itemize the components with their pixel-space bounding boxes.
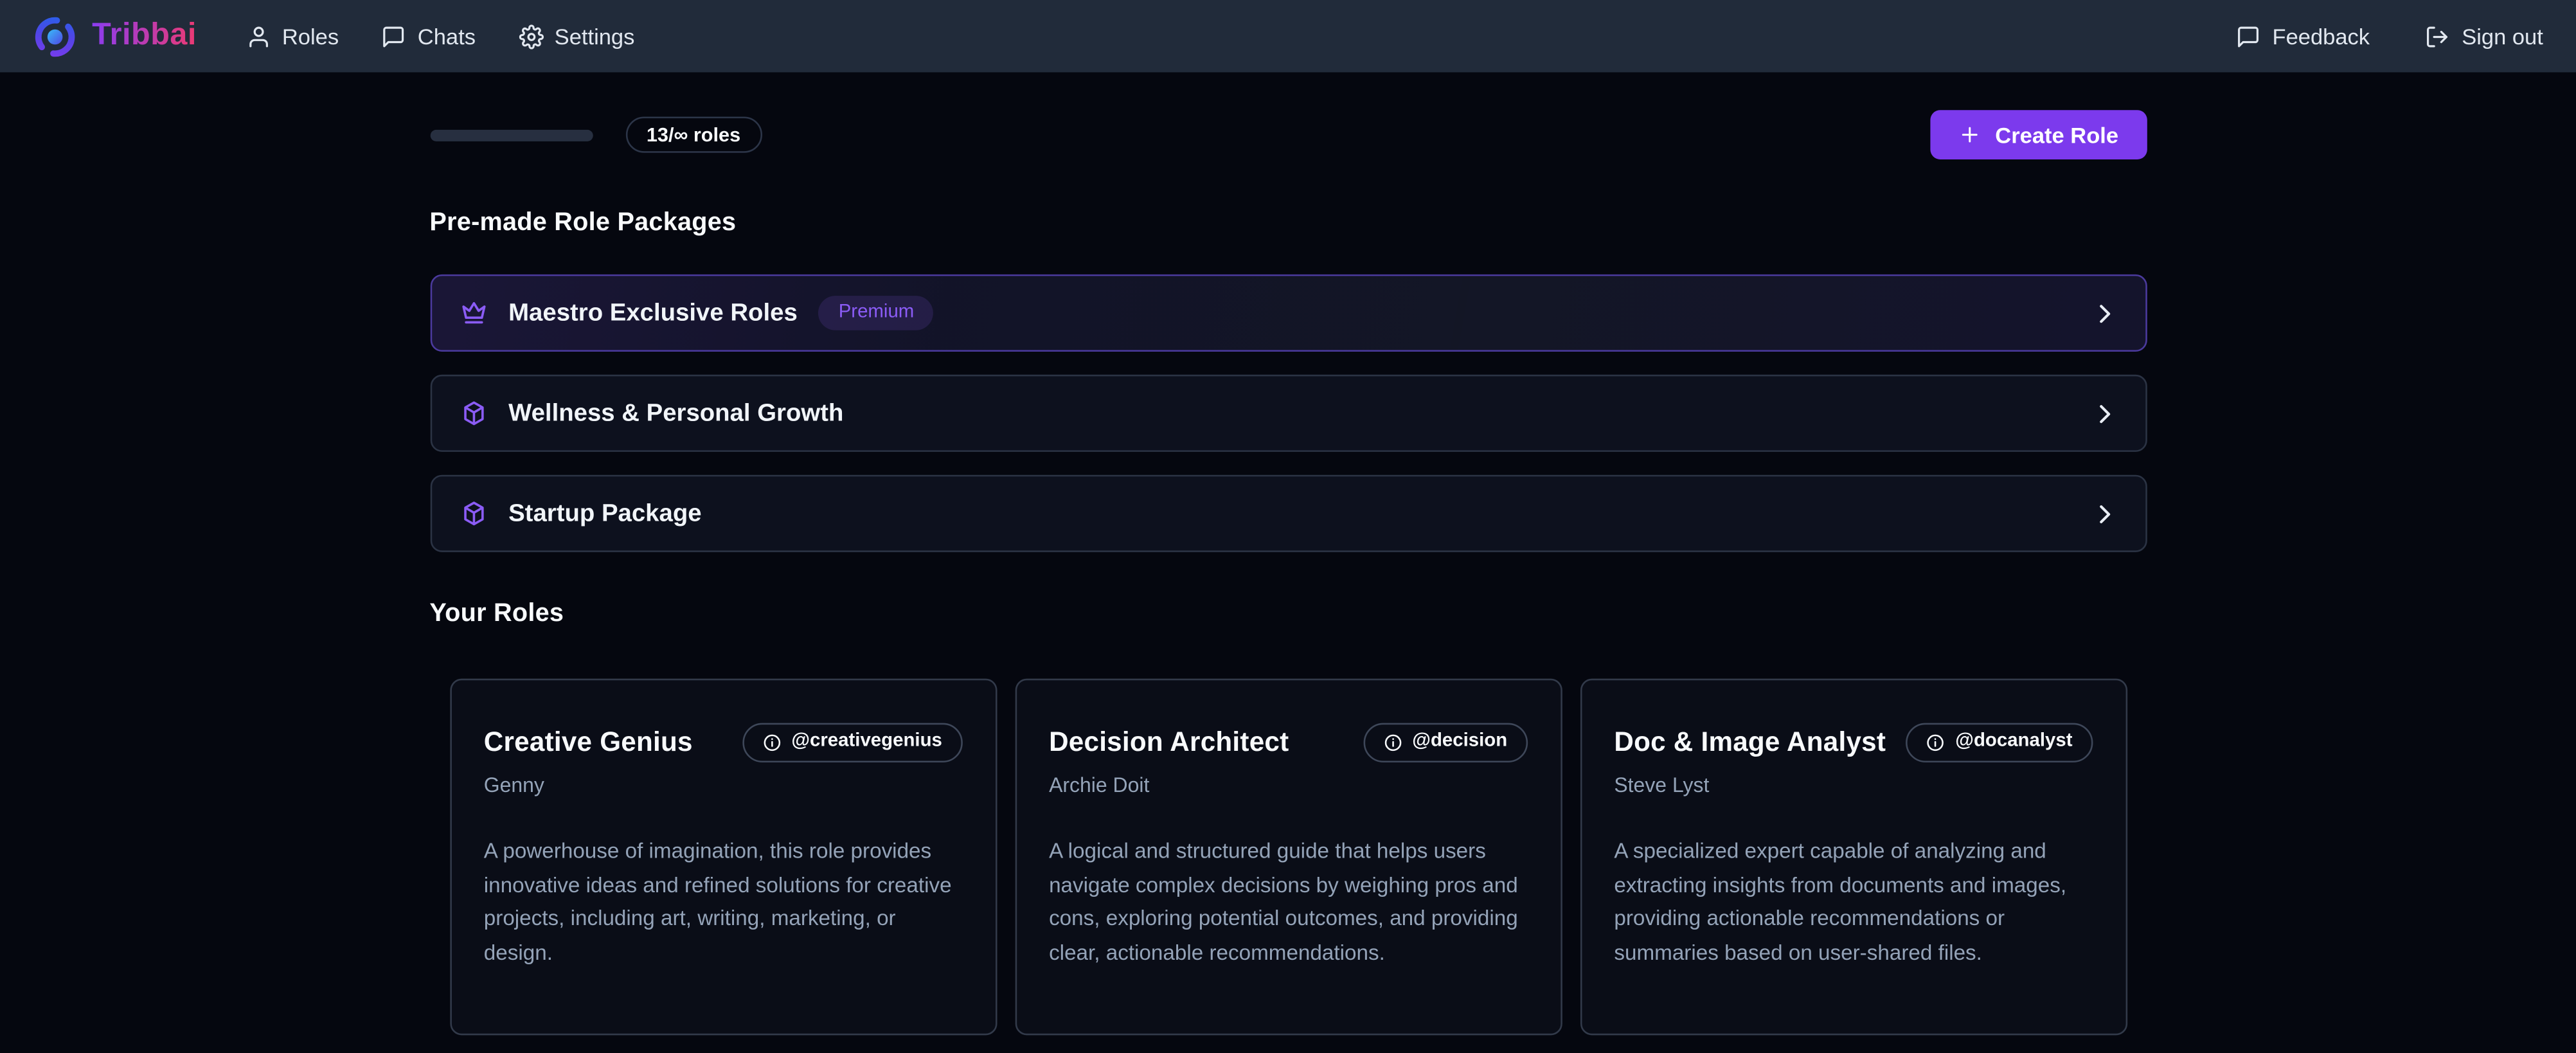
role-subtitle: Steve Lyst bbox=[1614, 774, 2092, 797]
package-row-startup[interactable]: Startup Package bbox=[429, 475, 2146, 552]
package-title: Wellness & Personal Growth bbox=[508, 399, 843, 427]
info-icon bbox=[1926, 733, 1945, 753]
role-card-decision-architect[interactable]: Decision Architect @decision Archie Doit… bbox=[1014, 679, 1561, 1036]
chevron-right-icon bbox=[2091, 300, 2117, 326]
chevron-right-icon bbox=[2091, 400, 2117, 426]
sign-out-icon bbox=[2426, 24, 2450, 48]
role-handle-badge[interactable]: @creativegenius bbox=[742, 723, 962, 762]
packages-list: Maestro Exclusive Roles Premium Wellness… bbox=[429, 274, 2146, 552]
role-card-creative-genius[interactable]: Creative Genius @creativegenius Genny A … bbox=[449, 679, 996, 1036]
feedback-label: Feedback bbox=[2272, 24, 2370, 48]
role-handle-badge[interactable]: @decision bbox=[1363, 723, 1527, 762]
role-description: A specialized expert capable of analyzin… bbox=[1614, 834, 2092, 969]
roles-progress-bar bbox=[429, 129, 592, 141]
nav-item-label: Roles bbox=[282, 24, 339, 48]
brand-name: Tribbai bbox=[92, 18, 197, 54]
package-row-wellness[interactable]: Wellness & Personal Growth bbox=[429, 375, 2146, 452]
chat-icon bbox=[2236, 24, 2260, 48]
package-row-maestro[interactable]: Maestro Exclusive Roles Premium bbox=[429, 274, 2146, 352]
sign-out-button[interactable]: Sign out bbox=[2426, 24, 2543, 48]
gear-icon bbox=[518, 24, 542, 48]
nav-item-chats[interactable]: Chats bbox=[382, 24, 476, 48]
crown-icon bbox=[459, 299, 487, 327]
nav-menu: Roles Chats Settings bbox=[246, 24, 635, 48]
card-head: Creative Genius @creativegenius bbox=[484, 723, 962, 762]
info-icon bbox=[1382, 733, 1402, 753]
card-head: Doc & Image Analyst @docanalyst bbox=[1614, 723, 2092, 762]
package-icon bbox=[459, 500, 487, 527]
roles-grid: Creative Genius @creativegenius Genny A … bbox=[429, 679, 2146, 1053]
nav-item-settings[interactable]: Settings bbox=[518, 24, 634, 48]
package-title: Startup Package bbox=[508, 500, 701, 527]
main-content: 13/∞ roles Create Role Pre-made Role Pac… bbox=[429, 110, 2146, 1053]
role-card-doc-image-analyst[interactable]: Doc & Image Analyst @docanalyst Steve Ly… bbox=[1580, 679, 2127, 1036]
nav-item-label: Settings bbox=[555, 24, 635, 48]
your-roles-section-title: Your Roles bbox=[429, 600, 2146, 629]
nav-item-roles[interactable]: Roles bbox=[246, 24, 339, 48]
role-subtitle: Archie Doit bbox=[1049, 774, 1527, 797]
roles-count-badge: 13/∞ roles bbox=[625, 116, 762, 152]
tribbai-logo-icon bbox=[33, 14, 77, 59]
role-handle: @decision bbox=[1412, 734, 1507, 752]
app-root: Tribbai Roles Chats Settings bbox=[0, 0, 2576, 1053]
premium-badge: Premium bbox=[819, 295, 934, 330]
top-nav: Tribbai Roles Chats Settings bbox=[0, 0, 2576, 72]
user-icon bbox=[246, 24, 271, 48]
role-description: A logical and structured guide that help… bbox=[1049, 834, 1527, 969]
nav-right: Feedback Sign out bbox=[2236, 24, 2543, 48]
package-icon bbox=[459, 399, 487, 427]
create-role-label: Create Role bbox=[1995, 122, 2118, 147]
nav-item-label: Chats bbox=[418, 24, 476, 48]
plus-icon bbox=[1959, 123, 1982, 147]
feedback-button[interactable]: Feedback bbox=[2236, 24, 2370, 48]
sign-out-label: Sign out bbox=[2462, 24, 2543, 48]
package-title: Maestro Exclusive Roles bbox=[508, 299, 798, 327]
chevron-right-icon bbox=[2091, 500, 2117, 526]
brand-logo[interactable]: Tribbai bbox=[33, 14, 197, 59]
role-subtitle: Genny bbox=[484, 774, 962, 797]
chat-icon bbox=[382, 24, 406, 48]
role-handle-badge[interactable]: @docanalyst bbox=[1906, 723, 2093, 762]
info-icon bbox=[762, 733, 782, 753]
role-title: Creative Genius bbox=[484, 727, 693, 759]
role-description: A powerhouse of imagination, this role p… bbox=[484, 834, 962, 969]
role-handle: @docanalyst bbox=[1955, 734, 2072, 752]
role-title: Doc & Image Analyst bbox=[1614, 727, 1886, 759]
create-role-button[interactable]: Create Role bbox=[1931, 110, 2147, 159]
roles-toolbar: 13/∞ roles Create Role bbox=[429, 110, 2146, 159]
role-title: Decision Architect bbox=[1049, 727, 1289, 759]
packages-section-title: Pre-made Role Packages bbox=[429, 209, 2146, 239]
role-handle: @creativegenius bbox=[791, 734, 942, 752]
card-head: Decision Architect @decision bbox=[1049, 723, 1527, 762]
